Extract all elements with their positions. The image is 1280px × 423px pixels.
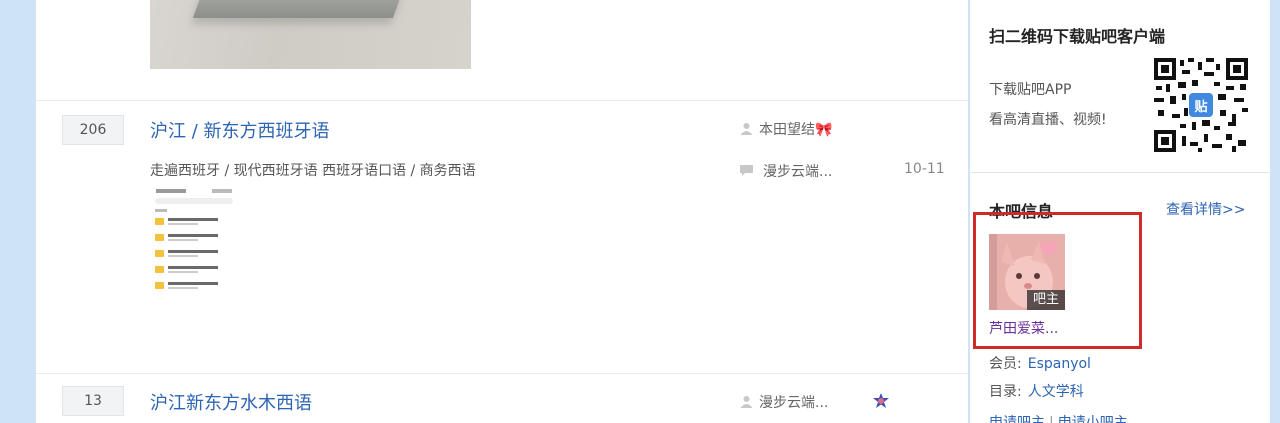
thread-author[interactable]: 本田望结🎀 xyxy=(740,119,832,139)
thread-list: 206 沪江 / 新东方西班牙语 本田望结🎀 走遍西班牙 / 现代西班牙语 西班… xyxy=(36,0,968,423)
author-name[interactable]: 漫步云端... xyxy=(759,395,828,411)
thread-thumbnail-photo[interactable] xyxy=(150,0,471,69)
directory-label: 目录: xyxy=(989,384,1022,400)
comment-icon xyxy=(740,165,753,176)
thread-author[interactable]: 漫步云端... xyxy=(740,392,828,412)
member-value-link[interactable]: Espanyol xyxy=(1028,356,1091,372)
member-badge-icon xyxy=(873,393,889,408)
apply-row: 申请吧主 | 申请小吧主 xyxy=(989,412,1128,423)
apply-sub-owner-link[interactable]: 申请小吧主 xyxy=(1058,415,1128,423)
apply-separator: | xyxy=(1049,415,1054,423)
thread-thumbnail-screenshot[interactable] xyxy=(150,185,238,300)
page-edge xyxy=(1270,0,1280,423)
thread-title-link[interactable]: 沪江新东方水木西语 xyxy=(150,389,312,415)
last-reply-date: 10-11 xyxy=(904,161,945,177)
reply-count-badge: 206 xyxy=(62,115,124,145)
user-icon xyxy=(740,123,753,135)
last-reply[interactable]: 漫步云端... xyxy=(740,161,832,181)
last-reply-user[interactable]: 漫步云端... xyxy=(763,164,832,180)
thread-abstract: 走遍西班牙 / 现代西班牙语 西班牙语口语 / 商务西语 xyxy=(150,163,476,179)
qr-line-download: 下载贴吧APP xyxy=(989,82,1072,98)
author-name[interactable]: 本田望结🎀 xyxy=(759,122,832,138)
qr-badge-label: 贴 xyxy=(1194,100,1208,115)
view-details-link[interactable]: 查看详情>> xyxy=(1166,199,1245,219)
member-row: 会员: Espanyol xyxy=(989,353,1091,373)
qr-section-title: 扫二维码下载贴吧客户端 xyxy=(989,27,1166,46)
apply-owner-link[interactable]: 申请吧主 xyxy=(989,415,1045,423)
thread-divider xyxy=(36,373,968,374)
member-label: 会员: xyxy=(989,356,1022,372)
thread-title-link[interactable]: 沪江 / 新东方西班牙语 xyxy=(150,117,330,143)
qr-line-desc: 看高清直播、视频! xyxy=(989,112,1107,128)
user-icon xyxy=(740,396,753,408)
directory-row: 目录: 人文学科 xyxy=(989,381,1084,401)
highlight-box xyxy=(973,212,1142,349)
thread-divider xyxy=(36,100,968,101)
reply-count-badge: 13 xyxy=(62,386,124,416)
sidebar-divider xyxy=(970,172,1270,173)
directory-value-link[interactable]: 人文学科 xyxy=(1028,384,1084,400)
